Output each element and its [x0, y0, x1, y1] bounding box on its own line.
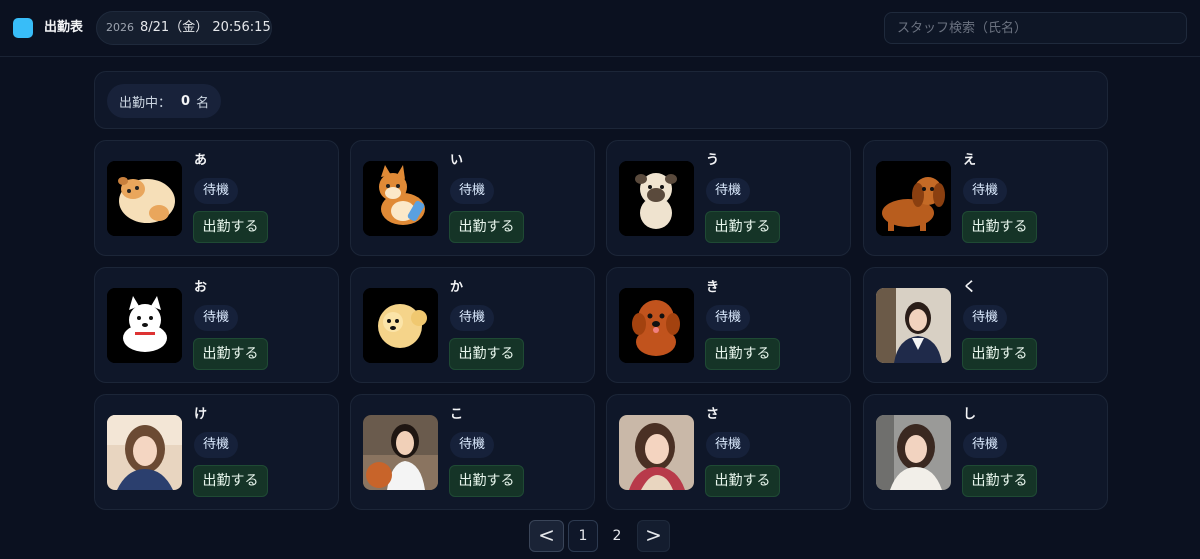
status-badge: 待機 — [450, 178, 495, 204]
attendance-count-pill: 出勤中： 0 名 — [107, 84, 222, 118]
staff-card: お 待機 出勤する — [94, 267, 339, 383]
shiba-dog-icon — [363, 161, 438, 236]
status-badge: 待機 — [194, 178, 239, 204]
staff-card: け 待機 出勤する — [94, 394, 339, 510]
check-in-button[interactable]: 出勤する — [705, 338, 780, 370]
clock-datetime: 8/21（金） 20:56:15 — [140, 20, 271, 35]
app-root: 出勤表 2026 8/21（金） 20:56:15 出勤中： 0 名 あ 待機 … — [0, 0, 1200, 559]
pug-dog-icon — [619, 161, 694, 236]
staff-name: う — [706, 153, 720, 168]
staff-card: く 待機 出勤する — [863, 267, 1108, 383]
check-in-button[interactable]: 出勤する — [962, 211, 1037, 243]
attendance-summary-panel: 出勤中： 0 名 — [94, 71, 1108, 129]
status-badge: 待機 — [194, 305, 239, 331]
app-title: 出勤表 — [44, 20, 84, 35]
attendance-count: 0 — [181, 93, 191, 109]
staff-name: し — [963, 407, 977, 422]
staff-photo — [876, 288, 951, 363]
check-in-button[interactable]: 出勤する — [705, 211, 780, 243]
app-logo-icon — [13, 18, 33, 38]
status-badge: 待機 — [963, 178, 1008, 204]
status-badge: 待機 — [706, 305, 751, 331]
pomeranian-dog-icon — [363, 288, 438, 363]
staff-card: し 待機 出勤する — [863, 394, 1108, 510]
staff-photo — [363, 415, 438, 490]
staff-name: さ — [706, 407, 720, 422]
staff-card: あ 待機 出勤する — [94, 140, 339, 256]
staff-search-input[interactable] — [884, 12, 1187, 44]
check-in-button[interactable]: 出勤する — [962, 338, 1037, 370]
status-badge: 待機 — [450, 432, 495, 458]
staff-name: あ — [194, 153, 208, 168]
dachshund-dog-icon — [876, 161, 951, 236]
staff-name: こ — [450, 407, 464, 422]
staff-card: う 待機 出勤する — [606, 140, 851, 256]
check-in-button[interactable]: 出勤する — [449, 338, 524, 370]
staff-photo — [876, 415, 951, 490]
check-in-button[interactable]: 出勤する — [449, 211, 524, 243]
clock-display: 2026 8/21（金） 20:56:15 — [96, 11, 272, 45]
staff-name: き — [706, 280, 720, 295]
staff-card: さ 待機 出勤する — [606, 394, 851, 510]
clock-year: 2026 — [106, 21, 134, 34]
pagination-next-button[interactable]: > — [637, 520, 670, 552]
staff-name: く — [963, 280, 977, 295]
pagination-prev-button[interactable]: < — [529, 520, 564, 552]
staff-name: け — [194, 407, 208, 422]
status-badge: 待機 — [963, 432, 1008, 458]
poodle-dog-icon — [619, 288, 694, 363]
staff-card: き 待機 出勤する — [606, 267, 851, 383]
check-in-button[interactable]: 出勤する — [962, 465, 1037, 497]
status-badge: 待機 — [706, 178, 751, 204]
staff-name: お — [194, 280, 208, 295]
pagination-page-1[interactable]: 1 — [568, 520, 598, 552]
check-in-button[interactable]: 出勤する — [193, 338, 268, 370]
top-bar: 出勤表 2026 8/21（金） 20:56:15 — [0, 0, 1200, 57]
check-in-button[interactable]: 出勤する — [193, 211, 268, 243]
white-dog-icon — [107, 288, 182, 363]
check-in-button[interactable]: 出勤する — [193, 465, 268, 497]
attendance-unit: 名 — [196, 95, 210, 111]
staff-card: え 待機 出勤する — [863, 140, 1108, 256]
staff-card: い 待機 出勤する — [350, 140, 595, 256]
pagination-page-2[interactable]: 2 — [602, 520, 632, 552]
status-badge: 待機 — [963, 305, 1008, 331]
status-badge: 待機 — [706, 432, 751, 458]
staff-name: い — [450, 153, 464, 168]
status-badge: 待機 — [450, 305, 495, 331]
staff-name: え — [963, 153, 977, 168]
attendance-label: 出勤中： — [119, 95, 172, 111]
staff-card: こ 待機 出勤する — [350, 394, 595, 510]
staff-photo — [107, 415, 182, 490]
check-in-button[interactable]: 出勤する — [449, 465, 524, 497]
status-badge: 待機 — [194, 432, 239, 458]
check-in-button[interactable]: 出勤する — [705, 465, 780, 497]
staff-card: か 待機 出勤する — [350, 267, 595, 383]
dog-curled-icon — [107, 161, 182, 236]
staff-name: か — [450, 280, 464, 295]
staff-photo — [619, 415, 694, 490]
